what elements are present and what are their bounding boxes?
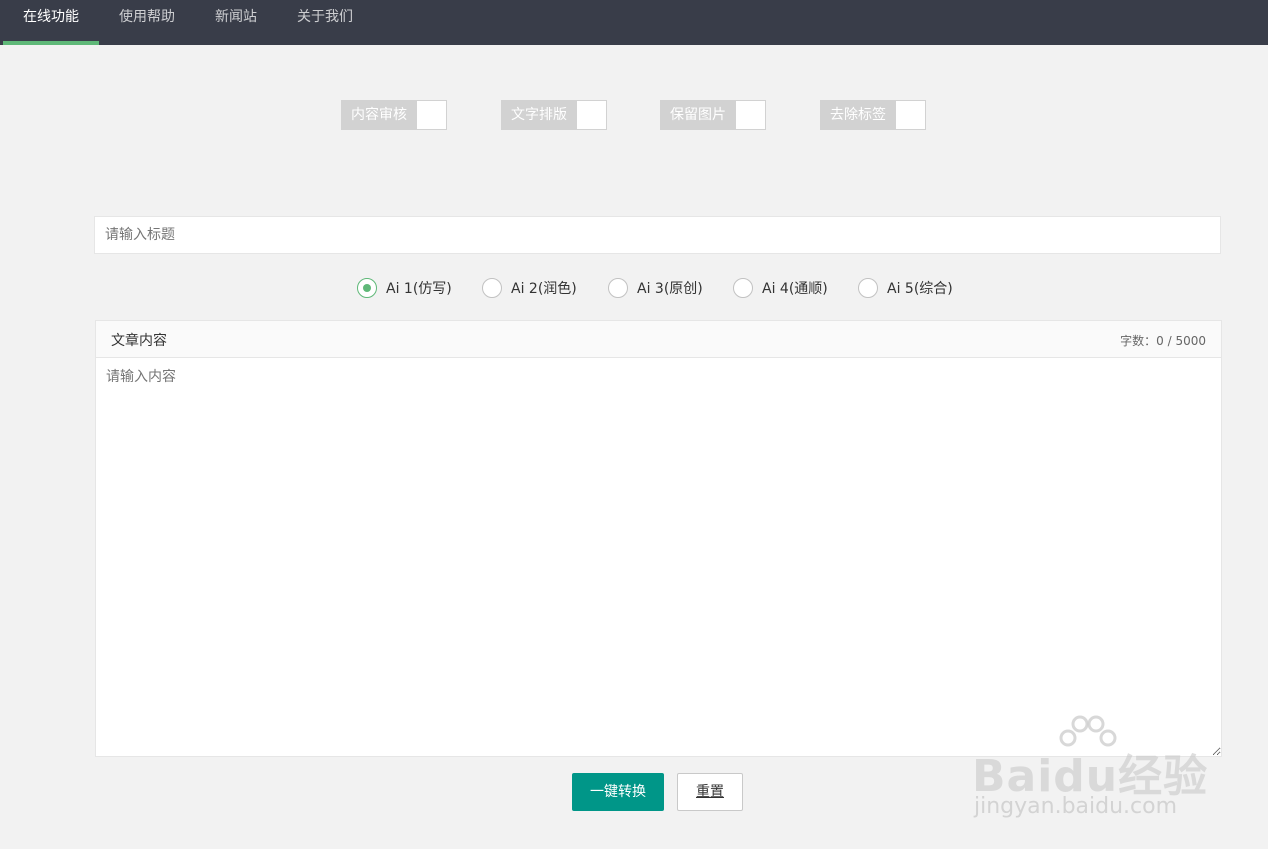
radio-circle[interactable] bbox=[858, 278, 878, 298]
radio-ai-1[interactable]: Ai 1(仿写) bbox=[357, 278, 457, 300]
watermark-url: jingyan.baidu.com bbox=[974, 794, 1178, 819]
nav-item-about[interactable]: 关于我们 bbox=[282, 0, 368, 45]
content-textarea[interactable] bbox=[96, 358, 1221, 756]
convert-button[interactable]: 一键转换 bbox=[572, 773, 664, 811]
radio-ai-3[interactable]: Ai 3(原创) bbox=[608, 278, 708, 300]
nav-active-indicator bbox=[3, 41, 99, 45]
switch-knob[interactable] bbox=[735, 100, 766, 130]
nav-item-online-features[interactable]: 在线功能 bbox=[3, 0, 99, 45]
reset-button[interactable]: 重置 bbox=[677, 773, 743, 811]
radio-label: Ai 2(润色) bbox=[511, 281, 577, 297]
editor-header: 文章内容 字数：0 / 5000 bbox=[96, 321, 1221, 358]
title-input[interactable] bbox=[94, 216, 1221, 254]
switch-label: 内容审核 bbox=[341, 100, 417, 130]
article-editor: 文章内容 字数：0 / 5000 bbox=[95, 320, 1222, 757]
switch-label: 保留图片 bbox=[660, 100, 736, 130]
radio-circle[interactable] bbox=[482, 278, 502, 298]
nav-item-news[interactable]: 新闻站 bbox=[200, 0, 272, 45]
radio-checked-dot bbox=[363, 284, 371, 292]
radio-circle[interactable] bbox=[357, 278, 377, 298]
word-count: 字数：0 / 5000 bbox=[1120, 334, 1206, 348]
switch-knob[interactable] bbox=[576, 100, 607, 130]
radio-ai-5[interactable]: Ai 5(综合) bbox=[858, 278, 958, 300]
top-navigation: 在线功能 使用帮助 新闻站 关于我们 bbox=[0, 0, 1268, 45]
radio-ai-2[interactable]: Ai 2(润色) bbox=[482, 278, 582, 300]
switch-content-review[interactable]: 内容审核 bbox=[341, 100, 447, 130]
switch-remove-tags[interactable]: 去除标签 bbox=[820, 100, 926, 130]
radio-label: Ai 3(原创) bbox=[637, 281, 703, 297]
radio-label: Ai 1(仿写) bbox=[386, 281, 452, 297]
radio-label: Ai 4(通顺) bbox=[762, 281, 828, 297]
nav-item-help[interactable]: 使用帮助 bbox=[104, 0, 190, 45]
editor-title: 文章内容 bbox=[111, 333, 167, 349]
switch-knob[interactable] bbox=[895, 100, 926, 130]
switch-label: 文字排版 bbox=[501, 100, 577, 130]
switch-knob[interactable] bbox=[416, 100, 447, 130]
radio-circle[interactable] bbox=[733, 278, 753, 298]
radio-ai-4[interactable]: Ai 4(通顺) bbox=[733, 278, 833, 300]
radio-label: Ai 5(综合) bbox=[887, 281, 953, 297]
switch-text-layout[interactable]: 文字排版 bbox=[501, 100, 607, 130]
switch-keep-images[interactable]: 保留图片 bbox=[660, 100, 766, 130]
switch-label: 去除标签 bbox=[820, 100, 896, 130]
radio-circle[interactable] bbox=[608, 278, 628, 298]
